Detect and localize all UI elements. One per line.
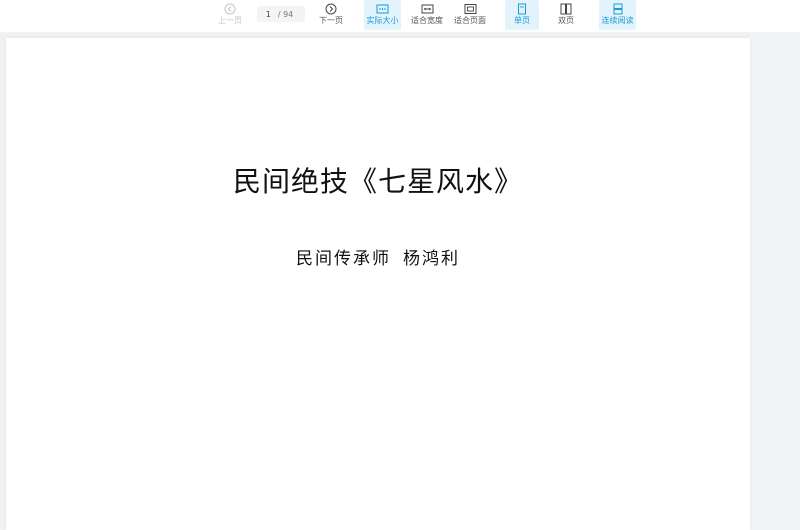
continuous-reading-label: 连续阅读: [601, 16, 634, 25]
actual-size-button[interactable]: 实际大小: [364, 0, 401, 30]
single-page-label: 单页: [514, 16, 530, 25]
double-page-button[interactable]: 双页: [550, 0, 582, 30]
single-page-icon: [518, 3, 526, 15]
continuous-reading-button[interactable]: 连续阅读: [599, 0, 636, 30]
continuous-scroll-icon: [613, 3, 622, 15]
fit-width-label: 适合宽度: [411, 16, 443, 25]
total-pages: / 94: [277, 9, 294, 19]
fit-page-label: 适合页面: [454, 16, 486, 25]
fit-width-icon: [421, 4, 433, 14]
fit-width-button[interactable]: 适合宽度: [409, 0, 445, 30]
chevron-left-circle-icon: [224, 3, 236, 15]
document-page: 民间绝技《七星风水》 民间传承师 杨鸿利: [6, 38, 750, 530]
page-number-field[interactable]: 1 / 94: [257, 6, 305, 22]
right-scroll-area: [750, 32, 800, 530]
actual-size-label: 实际大小: [366, 16, 399, 25]
double-page-icon: [560, 3, 572, 15]
document-title: 民间绝技《七星风水》: [232, 165, 523, 198]
prev-page-button[interactable]: 上一页: [214, 0, 246, 30]
fit-page-icon: [464, 4, 476, 14]
chevron-right-circle-icon: [325, 3, 337, 15]
current-page-input[interactable]: 1: [266, 10, 271, 19]
actual-size-icon: [376, 4, 389, 14]
fit-page-button[interactable]: 适合页面: [452, 0, 488, 30]
next-page-button[interactable]: 下一页: [315, 0, 347, 30]
double-page-label: 双页: [558, 16, 574, 25]
next-page-label: 下一页: [319, 16, 343, 25]
author-role: 民间传承师: [296, 249, 391, 269]
author-name: 杨鸿利: [403, 249, 460, 269]
single-page-button[interactable]: 单页: [505, 0, 539, 30]
viewer-toolbar: 上一页 1 / 94 下一页 实际大小 适合宽度 适合页面 单页 双页 连续阅读: [0, 0, 800, 32]
document-author: 民间传承师 杨鸿利: [6, 244, 750, 269]
prev-page-label: 上一页: [218, 16, 242, 25]
